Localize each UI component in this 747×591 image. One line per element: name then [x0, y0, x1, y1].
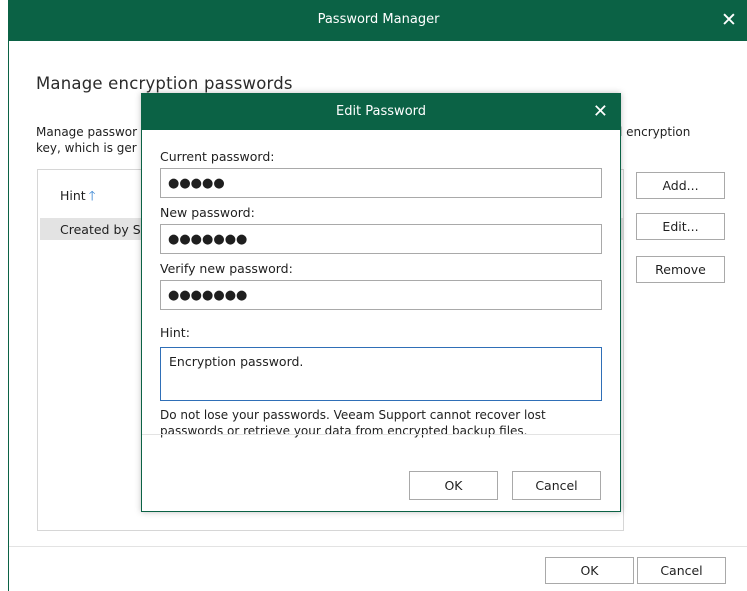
verify-password-value: ●●●●●●● [168, 288, 248, 303]
list-item-hint: Created by Sl [60, 222, 145, 237]
window-title-bar: Password Manager ✕ [9, 0, 747, 41]
ok-button[interactable]: OK [545, 557, 634, 584]
current-password-value: ●●●●● [168, 176, 225, 191]
dialog-close-icon[interactable]: ✕ [593, 101, 608, 123]
current-password-label: Current password: [160, 149, 275, 164]
hint-label: Hint: [160, 325, 190, 340]
cancel-button[interactable]: Cancel [637, 557, 726, 584]
new-password-field[interactable]: ●●●●●●● [160, 224, 602, 254]
verify-password-label: Verify new password: [160, 261, 293, 276]
current-password-field[interactable]: ●●●●● [160, 168, 602, 198]
footer-divider [9, 546, 747, 547]
column-header-hint[interactable]: Hint 🡑 [60, 187, 95, 209]
description-right: l encryption [619, 125, 691, 139]
dialog-cancel-button[interactable]: Cancel [512, 471, 601, 500]
dialog-title-bar: Edit Password ✕ [142, 94, 620, 130]
close-icon[interactable]: ✕ [718, 9, 740, 31]
hint-value: Encryption password. [169, 354, 304, 369]
edit-password-dialog: Edit Password ✕ Current password: ●●●●● … [141, 93, 621, 512]
new-password-label: New password: [160, 205, 255, 220]
window-title: Password Manager [317, 12, 440, 27]
dialog-footer-divider [142, 434, 620, 435]
edit-button[interactable]: Edit... [636, 213, 725, 240]
add-button[interactable]: Add... [636, 172, 725, 199]
new-password-value: ●●●●●●● [168, 232, 248, 247]
remove-button[interactable]: Remove [636, 256, 725, 283]
page-heading: Manage encryption passwords [36, 74, 293, 93]
sort-ascending-icon: 🡑 [88, 189, 96, 204]
dialog-title: Edit Password [335, 104, 427, 119]
verify-password-field[interactable]: ●●●●●●● [160, 280, 602, 310]
column-header-label: Hint [60, 188, 86, 203]
hint-field[interactable]: Encryption password. [160, 347, 602, 401]
dialog-ok-button[interactable]: OK [409, 471, 498, 500]
